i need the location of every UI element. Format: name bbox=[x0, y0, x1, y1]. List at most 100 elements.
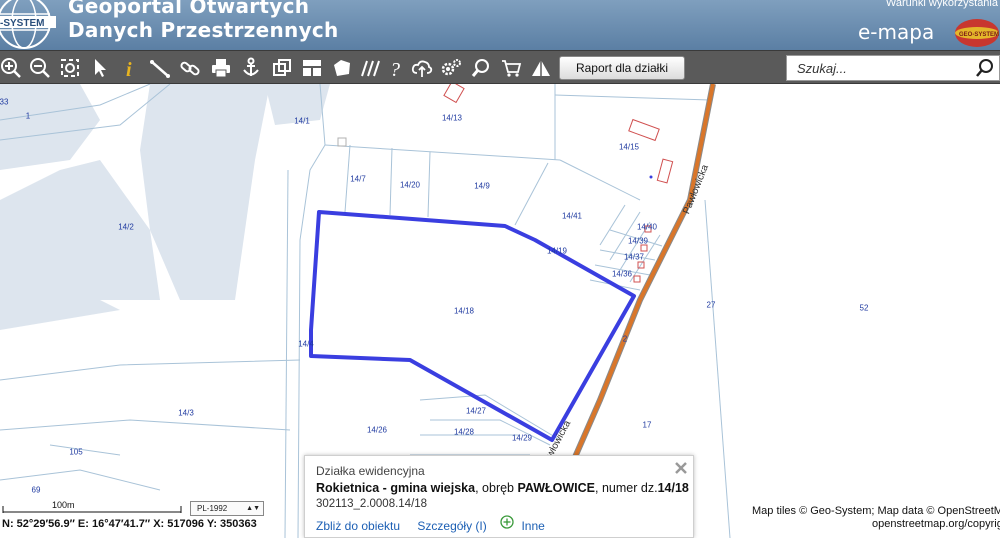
point-marker bbox=[649, 175, 653, 179]
attribution-line2[interactable]: openstreetmap.org/copyright bbox=[752, 518, 1000, 531]
buildings bbox=[337, 84, 674, 283]
parcel-report-button[interactable]: Raport dla działki bbox=[559, 56, 685, 80]
parcel-label: 27 bbox=[706, 300, 716, 310]
hatch-tool[interactable] bbox=[356, 54, 384, 82]
parcel-label: 14/7 bbox=[350, 174, 366, 184]
popup-gmina: Rokietnica - gmina wiejska bbox=[316, 481, 476, 495]
mountain-icon bbox=[532, 60, 550, 76]
popup-desc-mid: , obręb bbox=[475, 481, 518, 495]
land-area-shading bbox=[0, 84, 330, 330]
anchor-icon bbox=[243, 57, 259, 76]
terrain-tool[interactable] bbox=[527, 54, 555, 82]
search-map-tool[interactable] bbox=[467, 54, 495, 82]
polygon-icon bbox=[334, 60, 350, 76]
parcel-label: 14/27 bbox=[465, 406, 487, 416]
other-link[interactable]: Inne bbox=[521, 519, 544, 533]
parcel-label: 14/28 bbox=[453, 427, 475, 437]
cursor-coordinates: N: 52°29′56.9″ E: 16°47′41.7″ X: 517096 … bbox=[2, 518, 257, 530]
print-tool[interactable] bbox=[207, 54, 235, 82]
cloud-upload-icon bbox=[411, 60, 433, 77]
parcel-label: 14/13 bbox=[441, 113, 463, 123]
popup-parcel-number: 14/18 bbox=[657, 481, 689, 495]
emapa-logo[interactable]: e-mapa GEO-SYSTEM bbox=[858, 18, 1000, 50]
parcel-label: 1 bbox=[25, 111, 31, 121]
logo-text: -SYSTEM bbox=[0, 18, 44, 29]
parcel-label: 14/41 bbox=[561, 211, 583, 221]
svg-text:i: i bbox=[126, 59, 132, 79]
projection-value: PL-1992 bbox=[197, 504, 228, 513]
gear-icon bbox=[441, 59, 461, 76]
parcel-label: 14/3 bbox=[178, 408, 194, 418]
pointer-arrow-icon bbox=[95, 59, 106, 77]
upload-tool[interactable] bbox=[408, 54, 436, 82]
layout-tool[interactable] bbox=[298, 54, 326, 82]
projection-select[interactable]: PL-1992 ▲▼ bbox=[190, 501, 264, 516]
scale-bar bbox=[2, 506, 182, 513]
emapa-globe-icon: GEO-SYSTEM bbox=[955, 19, 999, 47]
geo-system-logo-icon: -SYSTEM bbox=[0, 0, 56, 49]
popup-obreb: PAWŁOWICE bbox=[517, 481, 596, 495]
parcel-label: 2 bbox=[622, 334, 628, 344]
parcel-label: 14/9 bbox=[474, 181, 490, 191]
popup-description: Rokietnica - gmina wiejska, obręb PAWŁOW… bbox=[316, 481, 689, 495]
magnifier-icon bbox=[471, 59, 489, 77]
parcel-label: 14/36 bbox=[611, 269, 633, 279]
layout-grid-icon bbox=[303, 60, 321, 76]
parcel-label: 33 bbox=[0, 97, 9, 107]
zoom-to-object-link[interactable]: Zbliż do obiektu bbox=[316, 519, 400, 533]
link-tool[interactable] bbox=[176, 54, 204, 82]
info-tool[interactable]: i bbox=[116, 54, 144, 82]
ruler-icon bbox=[150, 60, 170, 78]
select-pointer-tool[interactable] bbox=[86, 54, 114, 82]
parcel-label: 14/39 bbox=[627, 236, 649, 246]
popup-desc-num-prefix: , numer dz. bbox=[595, 481, 658, 495]
measure-distance-tool[interactable] bbox=[146, 54, 174, 82]
anchor-tool[interactable] bbox=[237, 54, 265, 82]
popup-title: Działka ewidencyjna bbox=[316, 464, 425, 478]
parcel-label: 14/18 bbox=[453, 306, 475, 316]
draw-polygon-tool[interactable] bbox=[328, 54, 356, 82]
emapa-text: e-mapa bbox=[858, 20, 935, 44]
printer-icon bbox=[212, 59, 230, 78]
zoom-extent-icon bbox=[61, 59, 79, 77]
layers-icon bbox=[273, 59, 291, 76]
parcel-label: 105 bbox=[69, 447, 83, 457]
parcel-label: 14/15 bbox=[618, 142, 640, 152]
chevron-updown-icon: ▲▼ bbox=[246, 505, 260, 512]
svg-text:?: ? bbox=[390, 59, 400, 79]
zoom-in-tool[interactable] bbox=[0, 54, 25, 82]
search-input[interactable] bbox=[787, 56, 967, 80]
shopping-cart-icon bbox=[502, 60, 522, 77]
portal-title: Geoportal Otwartych Danych Przestrzennyc… bbox=[68, 0, 339, 42]
zoom-out-tool[interactable] bbox=[26, 54, 54, 82]
parcel-label: 14/1 bbox=[294, 116, 310, 126]
question-mark-icon: ? bbox=[390, 59, 400, 79]
map-attribution: Map tiles © Geo-System; Map data © OpenS… bbox=[752, 505, 1000, 531]
toolbar: i ? Raport dla działki bbox=[0, 50, 1000, 84]
layers-tool[interactable] bbox=[268, 54, 296, 82]
cart-tool[interactable] bbox=[497, 54, 525, 82]
parcel-label: 69 bbox=[31, 485, 41, 495]
header: -SYSTEM Geoportal Otwartych Danych Przes… bbox=[0, 0, 1000, 50]
help-tool[interactable]: ? bbox=[382, 54, 410, 82]
parcel-info-popup: Działka ewidencyjna Rokietnica - gmina w… bbox=[304, 455, 694, 538]
details-link[interactable]: Szczegóły (I) bbox=[417, 519, 486, 533]
portal-title-line2: Danych Przestrzennych bbox=[68, 18, 339, 42]
attribution-line1: Map tiles © Geo-System; Map data © OpenS… bbox=[752, 505, 1000, 517]
parcel-label: 14/40 bbox=[636, 222, 658, 232]
parcel-label: 14/29 bbox=[511, 433, 533, 443]
parcel-label: 14/20 bbox=[399, 180, 421, 190]
portal-title-line1: Geoportal Otwartych bbox=[68, 0, 310, 18]
settings-tool[interactable] bbox=[437, 54, 465, 82]
zoom-in-icon bbox=[1, 58, 21, 78]
search-box bbox=[786, 55, 1000, 81]
emapa-badge-text: GEO-SYSTEM bbox=[959, 32, 999, 38]
search-icon[interactable] bbox=[975, 58, 995, 78]
plus-circle-icon[interactable] bbox=[500, 515, 514, 529]
parcel-label: 14/19 bbox=[546, 246, 568, 256]
terms-link[interactable]: Warunki wykorzystania bbox=[886, 0, 998, 9]
parcel-label: 14/37 bbox=[623, 252, 645, 262]
zoom-extent-tool[interactable] bbox=[56, 54, 84, 82]
close-icon[interactable] bbox=[673, 460, 689, 476]
zoom-out-icon bbox=[30, 58, 50, 78]
